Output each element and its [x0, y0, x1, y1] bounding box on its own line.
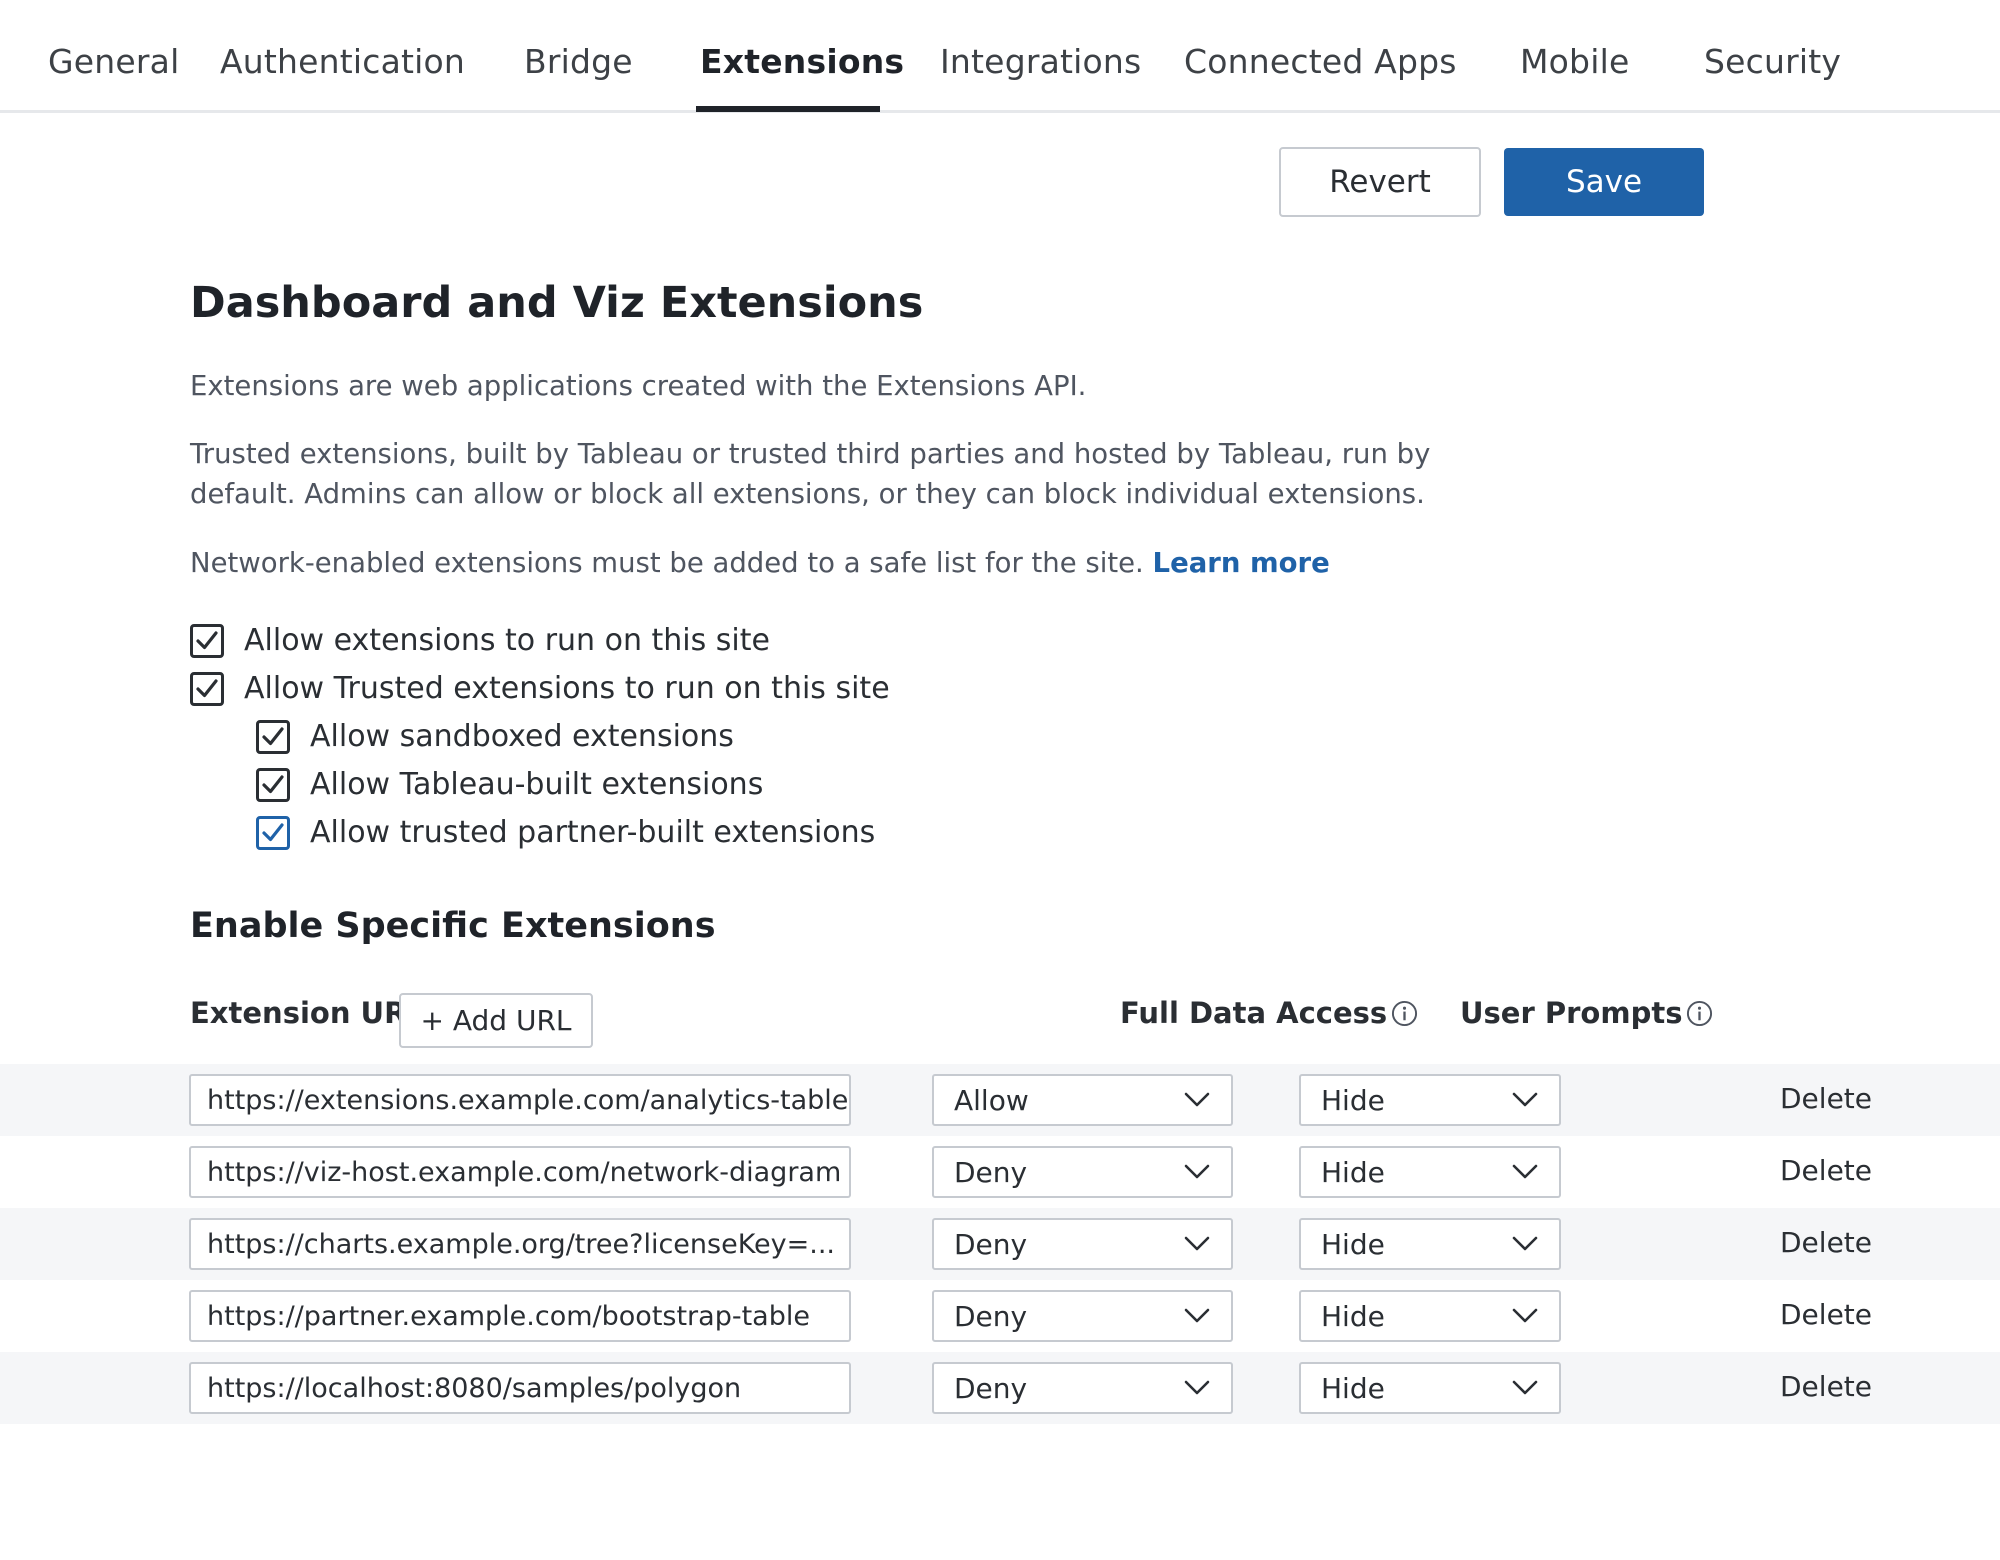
- extension-url-input[interactable]: https://viz-host.example.com/network-dia…: [189, 1146, 851, 1198]
- extension-url-header: Extension URL: [190, 996, 425, 1030]
- checkmark-icon: [262, 774, 284, 793]
- chevron-down-icon: [1184, 1380, 1210, 1395]
- allow-extensions-option[interactable]: Allow extensions to run on this site: [190, 623, 770, 658]
- safe-list-text: Network-enabled extensions must be added…: [190, 547, 1144, 579]
- delete-button[interactable]: Delete: [1780, 1154, 1872, 1187]
- user-prompts-label: User Prompts: [1460, 996, 1683, 1030]
- allow-tableau-built-option[interactable]: Allow Tableau-built extensions: [256, 767, 763, 802]
- user-prompts-value: Hide: [1321, 1083, 1385, 1117]
- delete-button[interactable]: Delete: [1780, 1298, 1872, 1331]
- tab-integrations[interactable]: Integrations: [940, 42, 1141, 81]
- description-extensions-api: Extensions are web applications created …: [190, 370, 1087, 402]
- user-prompts-value: Hide: [1321, 1299, 1385, 1333]
- extension-row: https://partner.example.com/bootstrap-ta…: [0, 1280, 2000, 1352]
- user-prompts-select[interactable]: Hide: [1299, 1362, 1561, 1414]
- allow-trusted-option[interactable]: Allow Trusted extensions to run on this …: [190, 671, 890, 706]
- settings-tab-bar: General Authentication Bridge Extensions…: [0, 0, 2000, 113]
- checkmark-icon: [262, 726, 284, 745]
- extension-row: https://extensions.example.com/analytics…: [0, 1064, 2000, 1136]
- tab-extensions[interactable]: Extensions: [700, 42, 904, 81]
- allow-extensions-label: Allow extensions to run on this site: [244, 623, 770, 658]
- user-prompts-select[interactable]: Hide: [1299, 1290, 1561, 1342]
- tab-authentication[interactable]: Authentication: [220, 42, 465, 81]
- extension-row: https://charts.example.org/tree?licenseK…: [0, 1208, 2000, 1280]
- learn-more-link[interactable]: Learn more: [1153, 547, 1330, 579]
- chevron-down-icon: [1512, 1380, 1538, 1395]
- revert-button[interactable]: Revert: [1279, 147, 1481, 217]
- full-data-access-select[interactable]: Deny: [932, 1362, 1233, 1414]
- full-data-access-value: Deny: [954, 1371, 1028, 1405]
- checkmark-icon: [196, 678, 218, 697]
- active-tab-indicator: [696, 106, 880, 112]
- user-prompts-value: Hide: [1321, 1155, 1385, 1189]
- checkmark-icon: [196, 630, 218, 649]
- user-prompts-header: User Prompts: [1460, 996, 1713, 1030]
- chevron-down-icon: [1512, 1236, 1538, 1251]
- description-safe-list: Network-enabled extensions must be added…: [190, 543, 1330, 583]
- section-title: Dashboard and Viz Extensions: [190, 278, 924, 328]
- full-data-access-label: Full Data Access: [1120, 996, 1388, 1030]
- delete-button[interactable]: Delete: [1780, 1082, 1872, 1115]
- chevron-down-icon: [1184, 1092, 1210, 1107]
- allow-sandboxed-label: Allow sandboxed extensions: [310, 719, 734, 754]
- full-data-access-select[interactable]: Allow: [932, 1074, 1233, 1126]
- user-prompts-select[interactable]: Hide: [1299, 1218, 1561, 1270]
- tab-general[interactable]: General: [48, 42, 179, 81]
- allow-extensions-checkbox[interactable]: [190, 623, 224, 658]
- chevron-down-icon: [1512, 1092, 1538, 1107]
- allow-trusted-label: Allow Trusted extensions to run on this …: [244, 671, 890, 706]
- full-data-access-header: Full Data Access: [1120, 996, 1418, 1030]
- user-prompts-value: Hide: [1321, 1227, 1385, 1261]
- chevron-down-icon: [1184, 1236, 1210, 1251]
- description-trusted-line-2: default. Admins can allow or block all e…: [190, 478, 1425, 510]
- tab-mobile[interactable]: Mobile: [1520, 42, 1629, 81]
- info-icon[interactable]: [1686, 1000, 1713, 1027]
- tab-connected-apps[interactable]: Connected Apps: [1184, 42, 1457, 81]
- allow-tableau-built-label: Allow Tableau-built extensions: [310, 767, 764, 802]
- full-data-access-select[interactable]: Deny: [932, 1218, 1233, 1270]
- user-prompts-select[interactable]: Hide: [1299, 1146, 1561, 1198]
- extension-row: https://viz-host.example.com/network-dia…: [0, 1136, 2000, 1208]
- info-icon[interactable]: [1391, 1000, 1418, 1027]
- extension-row: https://localhost:8080/samples/polygon D…: [0, 1352, 2000, 1424]
- tab-bridge[interactable]: Bridge: [524, 42, 633, 81]
- full-data-access-value: Deny: [954, 1227, 1028, 1261]
- tab-security[interactable]: Security: [1704, 42, 1841, 81]
- chevron-down-icon: [1512, 1164, 1538, 1179]
- specific-extensions-title: Enable Specific Extensions: [190, 906, 716, 946]
- user-prompts-select[interactable]: Hide: [1299, 1074, 1561, 1126]
- allow-tableau-built-checkbox[interactable]: [256, 767, 290, 802]
- allow-partner-built-checkbox[interactable]: [256, 815, 290, 850]
- checkmark-icon: [262, 822, 284, 841]
- description-trusted-extensions: Trusted extensions, built by Tableau or …: [190, 434, 1430, 514]
- extension-url-input[interactable]: https://partner.example.com/bootstrap-ta…: [189, 1290, 851, 1342]
- full-data-access-value: Deny: [954, 1299, 1028, 1333]
- allow-sandboxed-option[interactable]: Allow sandboxed extensions: [256, 719, 734, 754]
- allow-partner-built-label: Allow trusted partner-built extensions: [310, 815, 876, 850]
- chevron-down-icon: [1184, 1164, 1210, 1179]
- save-button[interactable]: Save: [1504, 148, 1704, 216]
- allow-trusted-checkbox[interactable]: [190, 671, 224, 706]
- allow-partner-built-option[interactable]: Allow trusted partner-built extensions: [256, 815, 875, 850]
- full-data-access-value: Deny: [954, 1155, 1028, 1189]
- full-data-access-select[interactable]: Deny: [932, 1290, 1233, 1342]
- chevron-down-icon: [1184, 1308, 1210, 1323]
- allow-sandboxed-checkbox[interactable]: [256, 719, 290, 754]
- description-trusted-line-1: Trusted extensions, built by Tableau or …: [190, 438, 1431, 470]
- extension-url-input[interactable]: https://localhost:8080/samples/polygon: [189, 1362, 851, 1414]
- full-data-access-value: Allow: [954, 1083, 1029, 1117]
- user-prompts-value: Hide: [1321, 1371, 1385, 1405]
- add-url-button[interactable]: + Add URL: [399, 993, 593, 1048]
- extension-url-input[interactable]: https://extensions.example.com/analytics…: [189, 1074, 851, 1126]
- full-data-access-select[interactable]: Deny: [932, 1146, 1233, 1198]
- delete-button[interactable]: Delete: [1780, 1226, 1872, 1259]
- chevron-down-icon: [1512, 1308, 1538, 1323]
- extension-url-input[interactable]: https://charts.example.org/tree?licenseK…: [189, 1218, 851, 1270]
- delete-button[interactable]: Delete: [1780, 1370, 1872, 1403]
